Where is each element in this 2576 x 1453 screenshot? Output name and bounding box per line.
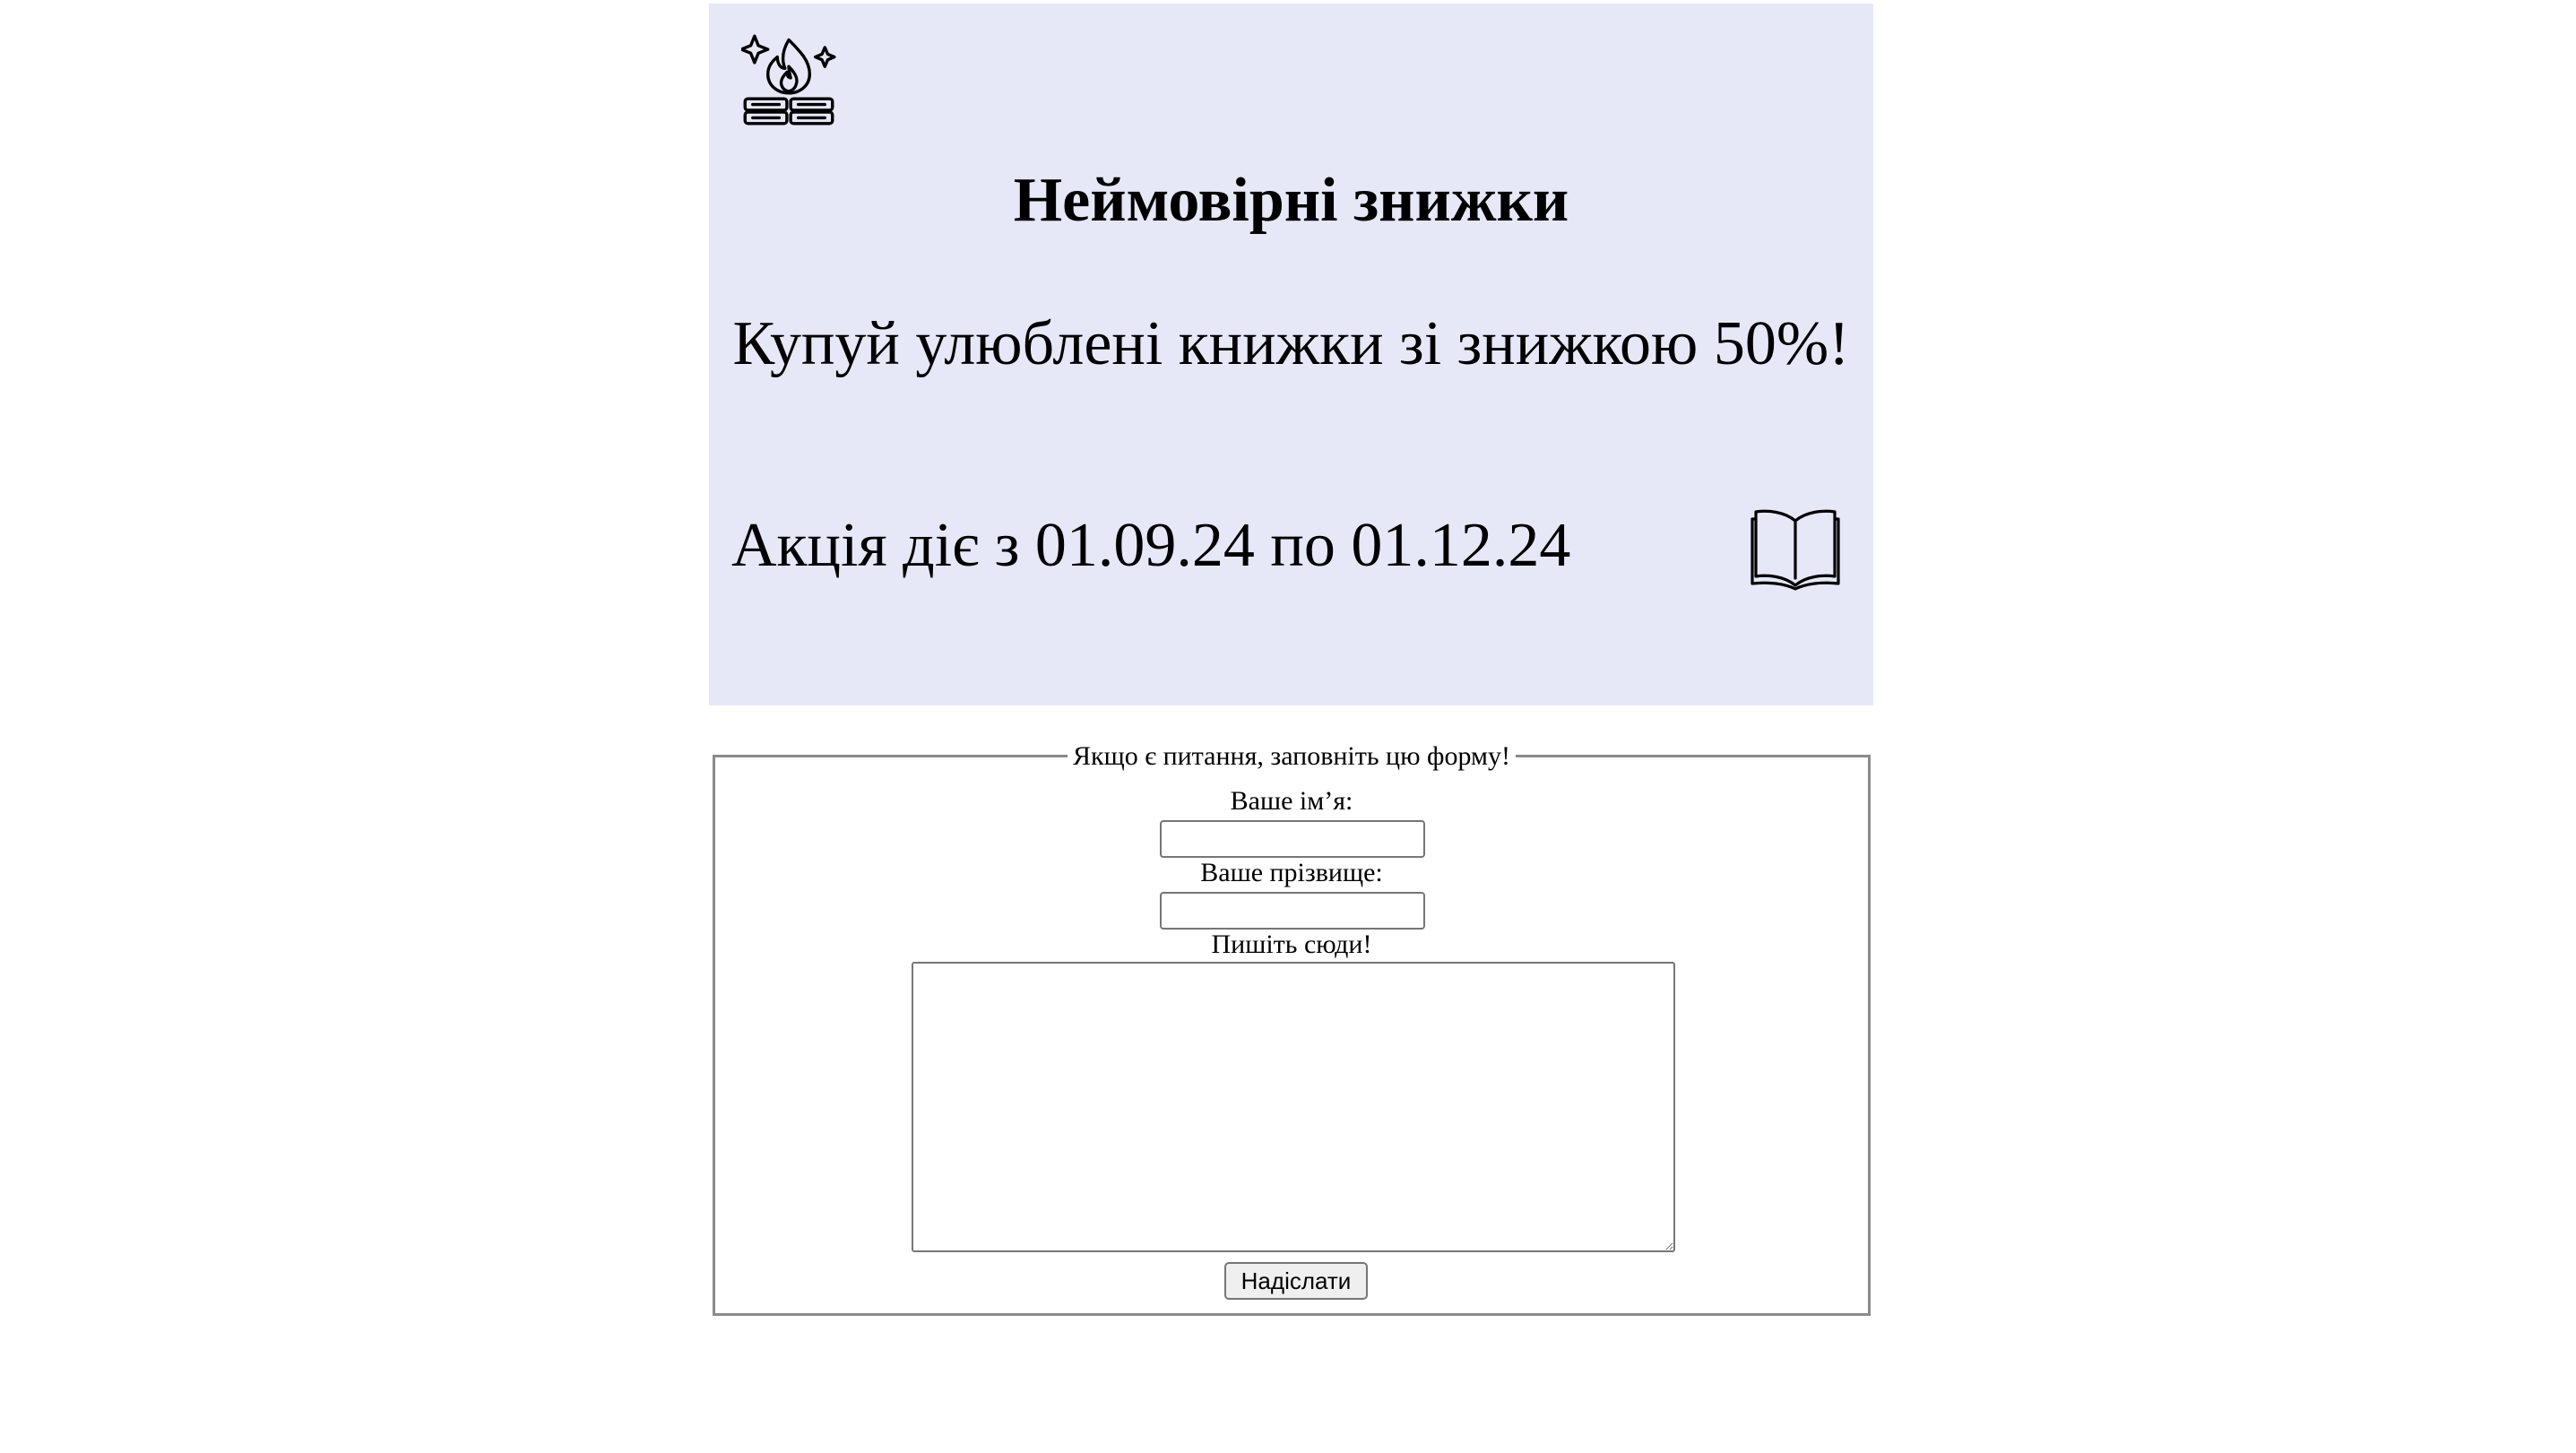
- promo-banner: Неймовірні знижки Купуй улюблені книжки …: [709, 4, 1873, 705]
- promo-dates: Акція діє з 01.09.24 по 01.12.24: [731, 511, 1571, 580]
- message-label: Пишіть сюди!: [1211, 930, 1372, 959]
- first-name-input[interactable]: [1160, 820, 1425, 858]
- contact-form: Якщо є питання, заповніть цю форму! Ваше…: [713, 741, 1871, 1316]
- banner-subtitle: Купуй улюблені книжки зі знижкою 50%!: [732, 309, 1850, 378]
- first-name-label: Ваше ім’я:: [1230, 786, 1353, 816]
- burning-book-sparkles-icon: [741, 34, 836, 125]
- form-legend-text: Якщо є питання, заповніть цю форму!: [1068, 741, 1516, 771]
- form-legend: Якщо є питання, заповніть цю форму!: [715, 741, 1868, 772]
- page: Неймовірні знижки Купуй улюблені книжки …: [0, 0, 2576, 1453]
- last-name-label: Ваше прізвище:: [1200, 858, 1383, 887]
- last-name-input[interactable]: [1160, 892, 1425, 930]
- open-book-icon: [1750, 509, 1840, 591]
- banner-title: Неймовірні знижки: [1013, 166, 1569, 235]
- message-textarea[interactable]: [912, 962, 1675, 1252]
- submit-button[interactable]: Надіслати: [1224, 1262, 1368, 1300]
